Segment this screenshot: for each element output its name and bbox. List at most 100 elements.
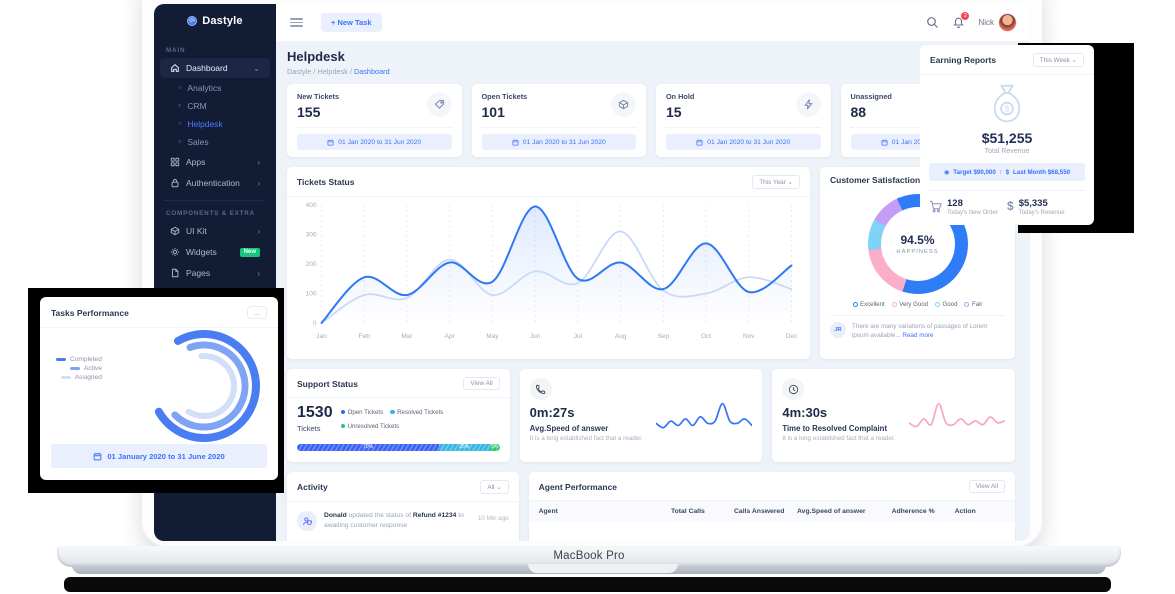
progress-segment: 70% — [297, 444, 439, 451]
user-sync-icon — [297, 511, 317, 531]
sidebar-item-label: UI Kit — [186, 226, 207, 236]
breadcrumb-dashboard[interactable]: Dashboard — [354, 67, 390, 76]
sidebar-item-dashboard[interactable]: Dashboard ⌄ — [160, 58, 270, 78]
read-more-link[interactable]: Read more — [902, 332, 933, 339]
chevron-down-icon: ⌄ — [496, 484, 501, 491]
card-title: Agent Performance — [539, 482, 617, 492]
legend-dot-icon — [341, 424, 346, 429]
stat-card-new-tickets: New Tickets 155 01 Jan 2020 to 31 — [287, 84, 462, 157]
chevron-right-icon: › — [257, 179, 260, 188]
brand-logo-icon — [187, 16, 197, 26]
earning-reports-card: Earning Reports This Week ⌄ $ $51,255 To… — [920, 45, 1094, 225]
svg-text:$: $ — [1005, 105, 1010, 114]
support-status-card: Support Status View All 1530 Tickets Ope… — [287, 369, 510, 462]
date-range-label: 01 January 2020 to 31 June 2020 — [107, 452, 224, 461]
year-filter-dropdown[interactable]: This Year ⌄ — [752, 175, 800, 189]
note-avatar: JR — [830, 322, 846, 338]
breadcrumb-helpdesk[interactable]: Helpdesk — [317, 67, 347, 76]
stat-cards-row: New Tickets 155 01 Jan 2020 to 31 — [287, 84, 1015, 157]
sidebar-item-pages[interactable]: Pages › — [160, 263, 270, 283]
sidebar-item-authentication[interactable]: Authentication › — [160, 173, 270, 193]
breadcrumb-dastyle[interactable]: Dastyle — [287, 67, 311, 76]
svg-text:Mar: Mar — [401, 333, 413, 340]
new-badge: New — [240, 248, 260, 257]
sidebar-item-sales[interactable]: ○ Sales — [154, 133, 276, 151]
activity-item[interactable]: Donald updated the status of Refund #123… — [287, 502, 519, 532]
svg-text:400: 400 — [306, 202, 317, 209]
chevron-down-icon: ⌄ — [253, 64, 260, 73]
view-all-button[interactable]: View All — [969, 480, 1005, 493]
sidebar-item-apps[interactable]: Apps › — [160, 152, 270, 172]
bullet-icon: ○ — [178, 139, 181, 145]
legend-item-unresolved: Unresolved Tickets — [341, 423, 399, 430]
dollar-icon: $ — [1006, 169, 1009, 176]
chevron-down-icon: ⌄ — [788, 179, 793, 186]
laptop-scoop — [528, 564, 678, 573]
bell-icon[interactable]: 2 — [952, 16, 965, 29]
legend-ring-icon — [853, 302, 858, 307]
legend-item-assigned: Assigned — [56, 374, 102, 381]
date-range-chip[interactable]: 01 Jan 2020 to 31 Jun 2020 — [666, 134, 821, 150]
answer-speed-card: 0m:27s Avg.Speed of answer It is a long … — [520, 369, 763, 462]
breadcrumb: Dastyle / Helpdesk / Dashboard — [287, 67, 1015, 76]
brand[interactable]: Dastyle — [154, 4, 276, 38]
money-bag-icon: $ — [920, 82, 1094, 126]
support-legend: Open Tickets Resolved Tickets Unresolved… — [341, 409, 500, 430]
stat-label: Unassigned — [851, 92, 892, 101]
target-label: Target $90,000 — [953, 169, 996, 176]
cart-icon — [929, 200, 942, 213]
view-all-button[interactable]: View All — [463, 377, 499, 390]
hamburger-menu-icon[interactable] — [290, 16, 303, 30]
widgets-icon — [170, 247, 180, 257]
progress-segment: 25% — [439, 444, 490, 451]
date-range-chip[interactable]: 01 January 2020 to 31 June 2020 — [51, 444, 267, 468]
legend-item-good: Good — [935, 301, 957, 308]
legend-dash-icon — [61, 376, 71, 379]
search-icon[interactable] — [926, 16, 939, 29]
satisfaction-note: JR There are many variations of passages… — [820, 322, 1015, 341]
sidebar-item-crm[interactable]: ○ CRM — [154, 97, 276, 115]
tasks-radial-chart — [144, 326, 264, 446]
dashboard-app: Dastyle MAIN Dashboard ⌄ ○ Analytics ○ — [154, 4, 1030, 541]
svg-text:Oct: Oct — [701, 333, 711, 340]
stat-value: 101 — [482, 104, 528, 120]
column-header: Total Calls — [671, 508, 734, 515]
card-title: Activity — [297, 482, 328, 492]
more-options-button[interactable]: … — [247, 306, 267, 319]
column-header: Calls Answered — [734, 508, 797, 515]
activity-card: Activity All ⌄ Donald updated t — [287, 472, 519, 541]
user-menu[interactable]: Nick — [978, 14, 1016, 31]
stat-label: New Tickets — [297, 92, 339, 101]
tasks-legend: Completed Active Assigned — [56, 354, 102, 383]
date-range-label: 01 Jan 2020 to 31 Jun 2020 — [707, 139, 790, 146]
sidebar-item-helpdesk[interactable]: ○ Helpdesk — [154, 115, 276, 133]
satisfaction-legend: Excellent Very Good Good Fair — [820, 301, 1015, 308]
target-chip: ◉ Target $90,000 / $ Last Month $68,550 — [929, 163, 1085, 181]
date-range-label: 01 Jan 2020 to 31 Jun 2020 — [338, 139, 421, 146]
svg-text:Jul: Jul — [574, 333, 583, 340]
chevron-right-icon: › — [257, 269, 260, 278]
sidebar-item-analytics[interactable]: ○ Analytics — [154, 79, 276, 97]
column-header: Agent — [539, 508, 671, 515]
notification-badge: 2 — [961, 12, 969, 20]
sidebar-item-label: Apps — [186, 157, 205, 167]
orders-value: 128 — [947, 198, 998, 209]
legend-item-completed: Completed — [56, 356, 102, 363]
sidebar-item-uikit[interactable]: UI Kit › — [160, 221, 270, 241]
legend-dot-icon — [390, 410, 395, 415]
svg-text:Apr: Apr — [445, 333, 456, 340]
happiness-value: 94.5% — [900, 233, 934, 247]
date-range-chip[interactable]: 01 Jan 2020 to 31 Jun 2020 — [297, 134, 452, 150]
legend-item-very-good: Very Good — [892, 301, 928, 308]
card-title: Tickets Status — [297, 177, 354, 187]
date-range-chip[interactable]: 01 Jan 2020 to 31 Jun 2020 — [482, 134, 637, 150]
legend-dash-icon — [56, 358, 66, 361]
sidebar-item-widgets[interactable]: Widgets New — [160, 242, 270, 262]
date-range-label: 01 Jan 2020 to 31 Jun 2020 — [523, 139, 606, 146]
week-filter-dropdown[interactable]: This Week ⌄ — [1033, 53, 1084, 67]
cube-icon — [611, 92, 636, 117]
page-header: Helpdesk Dastyle / Helpdesk / Dashboard — [287, 49, 1015, 76]
bullet-icon: ○ — [178, 103, 181, 109]
new-task-button[interactable]: + New Task — [321, 13, 382, 32]
activity-filter-dropdown[interactable]: All ⌄ — [480, 480, 508, 494]
